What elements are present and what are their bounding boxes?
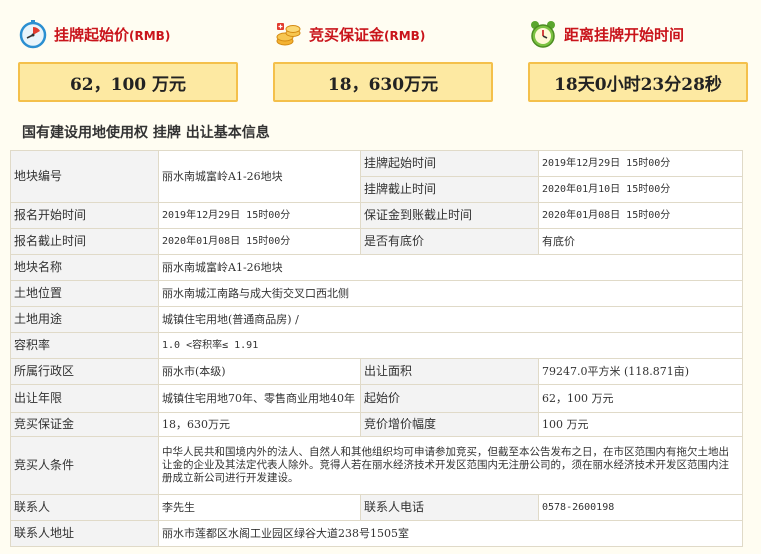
start-price-label: 起始价 bbox=[360, 384, 539, 413]
table-row: 联系人 李先生 联系人电话 0578-2600198 bbox=[10, 494, 743, 521]
plot-no-label: 地块编号 bbox=[10, 150, 159, 203]
table-row: 联系人地址 丽水市莲都区水阁工业园区绿谷大道238号1505室 bbox=[10, 520, 743, 547]
plot-name-value: 丽水南城富岭A1-26地块 bbox=[158, 254, 743, 281]
term-label: 出让年限 bbox=[10, 384, 159, 413]
deposit-card: 竞买保证金(RMB) 18，630万元 bbox=[273, 16, 493, 102]
bid-deposit-label: 竞买保证金 bbox=[10, 412, 159, 437]
table-row: 地块名称 丽水南城富岭A1-26地块 bbox=[10, 254, 743, 281]
start-price-card: 挂牌起始价(RMB) 62，100 万元 bbox=[18, 16, 238, 102]
location-value: 丽水南城江南路与成大街交叉口西北侧 bbox=[158, 280, 743, 307]
table-row: 竞买保证金 18，630万元 竞价增价幅度 100 万元 bbox=[10, 412, 743, 437]
reserve-label: 是否有底价 bbox=[360, 228, 539, 255]
deposit-value: 18，630万元 bbox=[273, 62, 493, 102]
bid-deposit-value: 18，630万元 bbox=[158, 412, 361, 437]
increment-value: 100 万元 bbox=[538, 412, 743, 437]
plot-name-label: 地块名称 bbox=[10, 254, 159, 281]
address-label: 联系人地址 bbox=[10, 520, 159, 547]
stopwatch-icon bbox=[19, 20, 47, 49]
phone-label: 联系人电话 bbox=[360, 494, 539, 521]
reg-start-value: 2019年12月29日 15时00分 bbox=[158, 202, 361, 229]
location-label: 土地位置 bbox=[10, 280, 159, 307]
start-price-value: 62，100 万元 bbox=[18, 62, 238, 102]
district-value: 丽水市(本级) bbox=[158, 358, 361, 385]
increment-label: 竞价增价幅度 bbox=[360, 412, 539, 437]
table-row: 竞买人条件 中华人民共和国境内外的法人、自然人和其他组织均可申请参加竞买，但截至… bbox=[10, 436, 743, 495]
reg-end-value: 2020年01月08日 15时00分 bbox=[158, 228, 361, 255]
deposit-deadline-label: 保证金到账截止时间 bbox=[360, 202, 539, 229]
usage-label: 土地用途 bbox=[10, 306, 159, 333]
plot-no-value: 丽水南城富岭A1-26地块 bbox=[158, 150, 361, 203]
address-value: 丽水市莲都区水阁工业园区绿谷大道238号1505室 bbox=[158, 520, 743, 547]
term-value: 城镇住宅用地70年、零售商业用地40年 bbox=[158, 384, 361, 413]
gold-coins-icon bbox=[276, 23, 301, 46]
bidder-cond-label: 竞买人条件 bbox=[10, 436, 159, 495]
list-start-label: 挂牌起始时间 bbox=[360, 150, 539, 177]
transfer-info-table: 地块编号 丽水南城富岭A1-26地块 挂牌起始时间 2019年12月29日 15… bbox=[10, 150, 743, 547]
alarm-clock-icon bbox=[531, 21, 555, 48]
far-label: 容积率 bbox=[10, 332, 159, 359]
list-start-value: 2019年12月29日 15时00分 bbox=[538, 150, 743, 177]
start-price-value-cell: 62，100 万元 bbox=[538, 384, 743, 413]
countdown-card: 距离挂牌开始时间 18天0小时23分28秒 bbox=[528, 16, 748, 102]
reserve-value: 有底价 bbox=[538, 228, 743, 255]
deposit-deadline-value: 2020年01月08日 15时00分 bbox=[538, 202, 743, 229]
reg-end-label: 报名截止时间 bbox=[10, 228, 159, 255]
table-row: 地块编号 丽水南城富岭A1-26地块 挂牌起始时间 2019年12月29日 15… bbox=[10, 150, 743, 203]
table-row: 报名开始时间 2019年12月29日 15时00分 保证金到账截止时间 2020… bbox=[10, 202, 743, 229]
bidder-cond-value: 中华人民共和国境内外的法人、自然人和其他组织均可申请参加竞买，但截至本公告发布之… bbox=[158, 436, 743, 495]
district-label: 所属行政区 bbox=[10, 358, 159, 385]
table-row: 土地位置 丽水南城江南路与成大街交叉口西北侧 bbox=[10, 280, 743, 307]
list-end-label: 挂牌截止时间 bbox=[360, 176, 539, 203]
contact-label: 联系人 bbox=[10, 494, 159, 521]
far-value: 1.0 <容积率≤ 1.91 bbox=[158, 332, 743, 359]
start-price-title: 挂牌起始价(RMB) bbox=[54, 25, 171, 44]
auction-summary: 挂牌起始价(RMB) 62，100 万元 竞买保证金(RMB) 18，630万元 bbox=[0, 0, 761, 112]
table-row: 所属行政区 丽水市(本级) 出让面积 79247.0平方米 (118.871亩) bbox=[10, 358, 743, 385]
countdown-value: 18天0小时23分28秒 bbox=[528, 62, 748, 102]
list-end-value: 2020年01月10日 15时00分 bbox=[538, 176, 743, 203]
phone-value: 0578-2600198 bbox=[538, 494, 743, 521]
usage-value: 城镇住宅用地(普通商品房) / bbox=[158, 306, 743, 333]
table-row: 出让年限 城镇住宅用地70年、零售商业用地40年 起始价 62，100 万元 bbox=[10, 384, 743, 413]
reg-start-label: 报名开始时间 bbox=[10, 202, 159, 229]
table-row: 土地用途 城镇住宅用地(普通商品房) / bbox=[10, 306, 743, 333]
deposit-title: 竞买保证金(RMB) bbox=[309, 25, 426, 44]
section-title: 国有建设用地使用权 挂牌 出让基本信息 bbox=[22, 125, 270, 141]
table-row: 容积率 1.0 <容积率≤ 1.91 bbox=[10, 332, 743, 359]
countdown-title: 距离挂牌开始时间 bbox=[564, 25, 685, 44]
table-row: 报名截止时间 2020年01月08日 15时00分 是否有底价 有底价 bbox=[10, 228, 743, 255]
area-label: 出让面积 bbox=[360, 358, 539, 385]
contact-value: 李先生 bbox=[158, 494, 361, 521]
area-value: 79247.0平方米 (118.871亩) bbox=[538, 358, 743, 385]
